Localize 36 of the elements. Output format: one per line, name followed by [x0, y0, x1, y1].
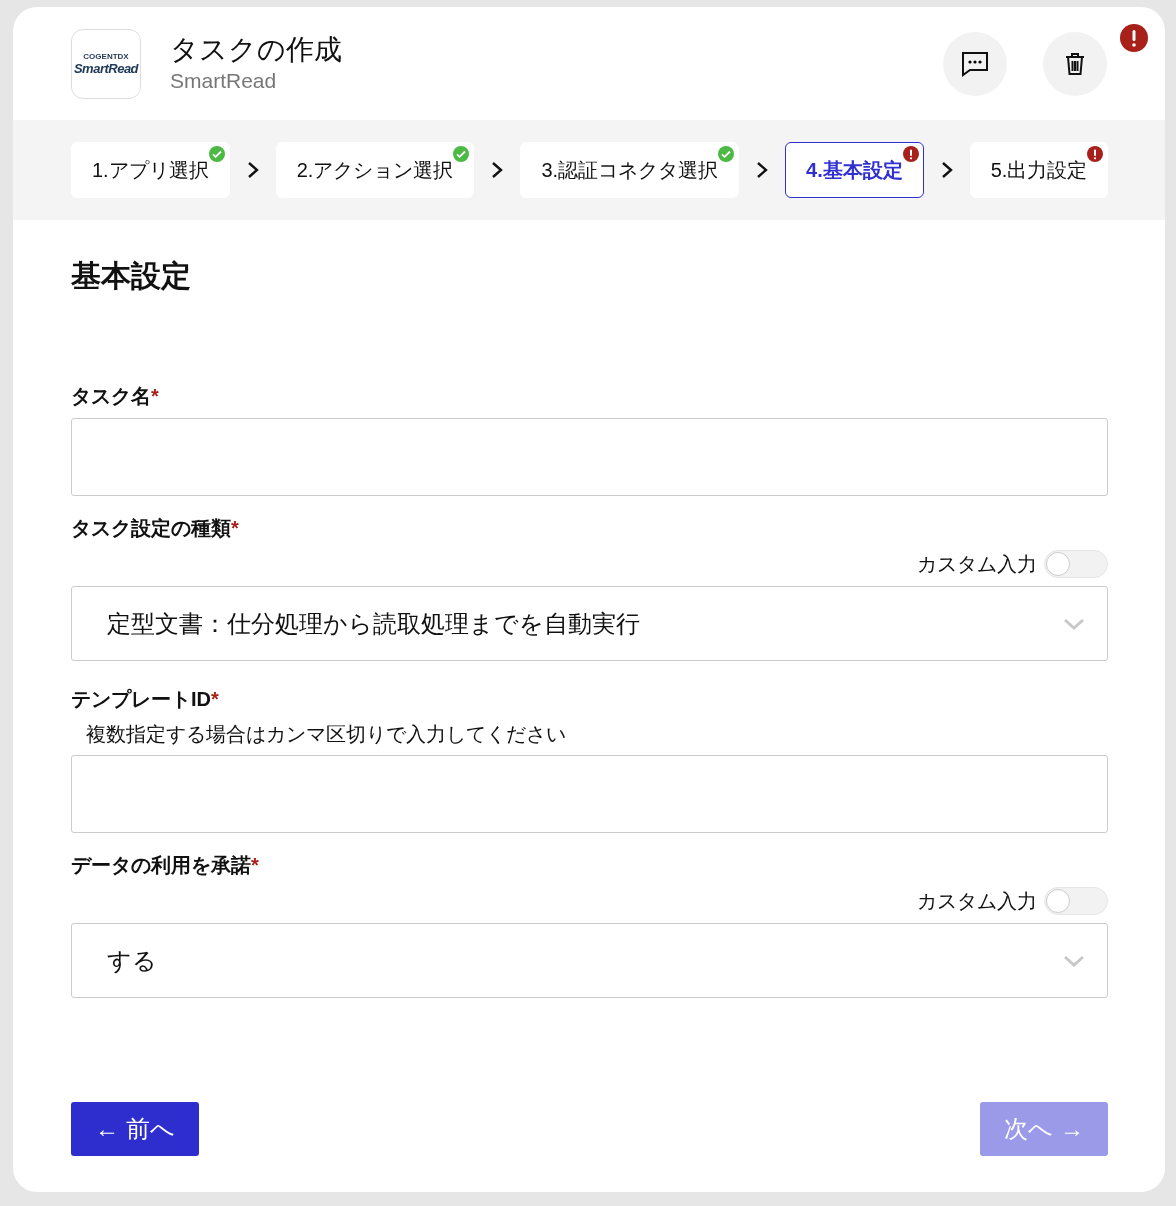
dropdown-field[interactable]: する [71, 923, 1108, 998]
chevron-right-icon [491, 161, 504, 179]
field-label: データの利用を承諾 [71, 853, 251, 878]
chevron-right-icon [756, 161, 769, 179]
field-label: タスク名 [71, 384, 151, 409]
required-mark: * [151, 384, 159, 409]
toggle-switch[interactable] [1044, 550, 1108, 578]
field-label: タスク設定の種類 [71, 516, 231, 541]
step-tab[interactable]: 3.認証コネクタ選択 [520, 142, 740, 198]
toggle-label: カスタム入力 [917, 888, 1037, 914]
chevron-down-icon [1063, 617, 1085, 630]
trash-icon [1065, 52, 1085, 76]
speech-bubble-icon [961, 51, 989, 77]
toggle-switch[interactable] [1044, 887, 1108, 915]
chevron-right-icon [940, 161, 953, 179]
required-mark: * [251, 853, 259, 878]
text-field[interactable] [71, 418, 1108, 496]
step-tab[interactable]: 1.アプリ選択 [71, 142, 230, 198]
step-tab[interactable]: 5.出力設定 [969, 142, 1109, 198]
text-field[interactable] [71, 755, 1108, 833]
chevron-right-icon [246, 161, 259, 179]
page-subtitle: SmartRead [170, 68, 278, 94]
field-label: テンプレートID [71, 687, 211, 712]
section-heading: 基本設定 [71, 258, 192, 294]
required-mark: * [211, 687, 219, 712]
logo-caption: COGENTDX [83, 52, 129, 61]
dropdown-field[interactable]: 定型文書：仕分処理から読取処理までを自動実行 [71, 586, 1108, 661]
chevron-down-icon [1063, 954, 1085, 967]
required-mark: * [231, 516, 239, 541]
step-tab[interactable]: 2.アクション選択 [275, 142, 475, 198]
field-hint: 複数指定する場合はカンマ区切りで入力してください [86, 722, 567, 747]
toggle-label: カスタム入力 [917, 551, 1037, 577]
nav-button[interactable]: ← 前へ [71, 1102, 199, 1156]
page-title: タスクの作成 [170, 33, 343, 67]
logo-wordmark: SmartRead [73, 61, 139, 76]
step-tab[interactable]: 4.基本設定 [785, 142, 924, 198]
